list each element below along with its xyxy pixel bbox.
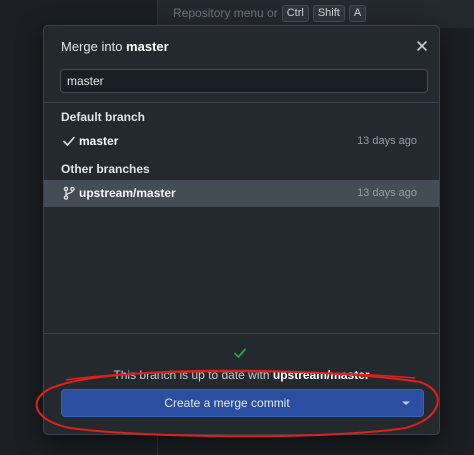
default-branch-header: Default branch [61,110,146,124]
branch-name: upstream/master [79,186,176,200]
status-branch: upstream/master [272,368,370,382]
kbd-ctrl: Ctrl [281,4,309,22]
dialog-title-prefix: Merge into [61,39,123,54]
branch-filter-input[interactable] [60,69,428,93]
success-check-icon [234,348,246,358]
dialog-title: Merge into master [61,39,169,54]
branch-time: 13 days ago [357,187,417,199]
branch-row-upstream-master[interactable]: upstream/master 13 days ago [44,180,439,207]
branch-time: 13 days ago [357,135,417,147]
branch-name: master [79,134,119,148]
other-branches-header: Other branches [61,162,150,176]
shortcut-hint-text: Repository menu or [173,6,278,20]
merge-options-dropdown[interactable] [395,390,417,416]
close-button[interactable] [415,39,429,53]
dialog-header: Merge into master [44,26,439,70]
merge-status-text: This branch is up to date with upstream/… [44,368,439,382]
dialog-footer: This branch is up to date with upstream/… [44,334,439,434]
branch-row-master[interactable]: master 13 days ago [44,128,439,155]
close-icon [417,41,427,51]
caret-down-icon [402,401,410,405]
kbd-a: A [348,4,367,22]
git-branch-icon [63,186,75,200]
dialog-title-branch: master [126,39,169,54]
merge-dialog: Merge into master Default branch master … [43,25,440,435]
kbd-shift: Shift [312,4,345,22]
shortcut-hint: Repository menu or Ctrl Shift A [173,4,367,22]
status-prefix: This branch is up to date with [113,368,270,382]
create-merge-commit-button[interactable]: Create a merge commit [61,389,424,417]
merge-button-label: Create a merge commit [164,396,290,410]
check-icon [63,136,75,146]
filter-separator [44,102,439,103]
